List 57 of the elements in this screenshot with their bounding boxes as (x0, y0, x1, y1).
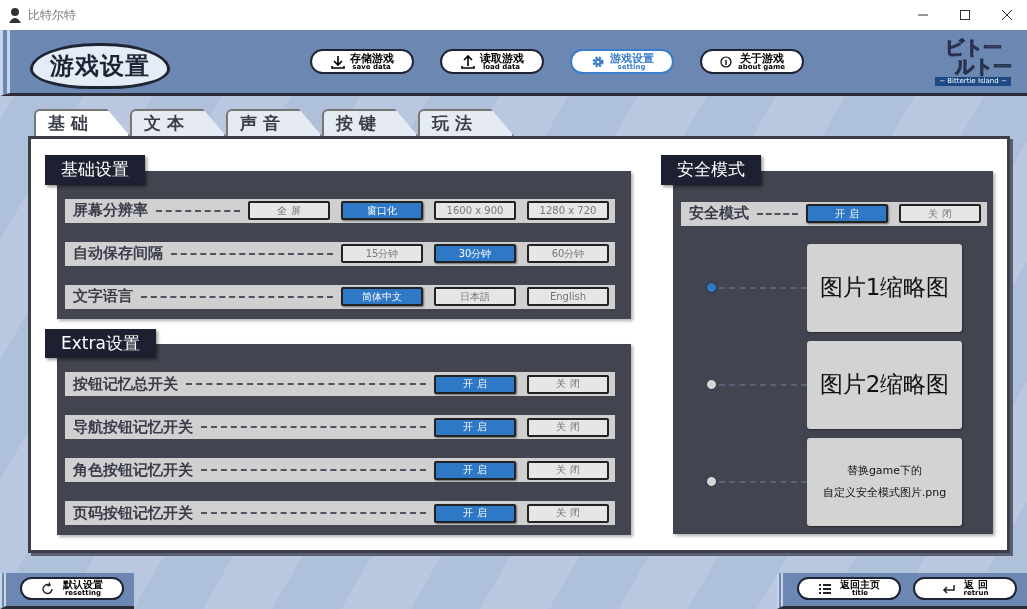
option-button[interactable]: 开 启 (806, 204, 888, 223)
info-icon (718, 54, 733, 69)
section-title: 基础设置 (45, 155, 145, 185)
list-icon (818, 581, 832, 596)
option-button[interactable]: 关 闭 (527, 374, 609, 394)
option-button[interactable]: 关 闭 (899, 204, 981, 223)
option-button[interactable]: 窗口化 (341, 201, 423, 220)
card-text: 自定义安全模式图片.png (822, 484, 947, 501)
section-title: 安全模式 (661, 155, 761, 185)
option-button[interactable]: 1600 x 900 (434, 201, 516, 220)
reset-icon (41, 581, 55, 596)
image-card[interactable]: 图片2缩略图 (807, 340, 962, 429)
radio-dot[interactable] (706, 282, 717, 293)
page-title: 游戏设置 (30, 42, 170, 89)
option-button[interactable]: 关 闭 (527, 460, 609, 480)
maximize-icon[interactable] (959, 9, 971, 21)
option-button[interactable]: 开 启 (434, 460, 516, 480)
card-text: 图片1缩略图 (819, 273, 950, 303)
card-text: 图片2缩略图 (819, 370, 950, 400)
option-button[interactable]: 开 启 (434, 503, 516, 523)
option-button[interactable]: 15分钟 (341, 244, 423, 263)
avatar-icon (8, 7, 22, 23)
setting-label: 屏幕分辨率 (73, 200, 148, 222)
upload-icon (460, 54, 475, 69)
option-button[interactable]: 全 屏 (248, 201, 330, 220)
option-button[interactable]: 开 启 (434, 417, 516, 437)
option-button[interactable]: 简体中文 (341, 287, 423, 306)
option-button[interactable]: 关 闭 (527, 503, 609, 523)
option-button[interactable]: 60分钟 (527, 244, 609, 263)
image-card[interactable]: 图片1缩略图 (807, 243, 962, 332)
download-icon (330, 54, 345, 69)
section-title: Extra设置 (45, 328, 156, 358)
setting-label: 角色按钮记忆开关 (73, 459, 193, 481)
option-button[interactable]: 30分钟 (434, 244, 516, 263)
window-title: 比特尔特 (28, 7, 76, 24)
setting-label: 页码按钮记忆开关 (73, 502, 193, 524)
option-button[interactable]: 关 闭 (527, 417, 609, 437)
tab[interactable]: 玩 法 (418, 109, 514, 136)
option-button[interactable]: 开 启 (434, 374, 516, 394)
tab[interactable]: 按 键 (322, 109, 418, 136)
close-icon[interactable] (1001, 9, 1013, 21)
setting-label: 导航按钮记忆开关 (73, 416, 193, 438)
gear-icon (590, 54, 605, 69)
setting-label: 按钮记忆总开关 (73, 373, 178, 395)
option-button[interactable]: English (527, 287, 609, 306)
card-text: 替换game下的 (846, 462, 923, 479)
radio-dot[interactable] (706, 379, 717, 390)
option-button[interactable]: 1280 x 720 (527, 201, 609, 220)
tab[interactable]: 基 础 (34, 109, 130, 136)
setting-label: 安全模式 (689, 203, 749, 225)
image-card[interactable]: 替换game下的 自定义安全模式图片.png (807, 437, 962, 526)
option-button[interactable]: 日本語 (434, 287, 516, 306)
tab[interactable]: 声 音 (226, 109, 322, 136)
tab[interactable]: 文 本 (130, 109, 226, 136)
radio-dot[interactable] (706, 476, 717, 487)
setting-label: 自动保存间隔 (73, 243, 163, 265)
setting-label: 文字语言 (73, 286, 133, 308)
